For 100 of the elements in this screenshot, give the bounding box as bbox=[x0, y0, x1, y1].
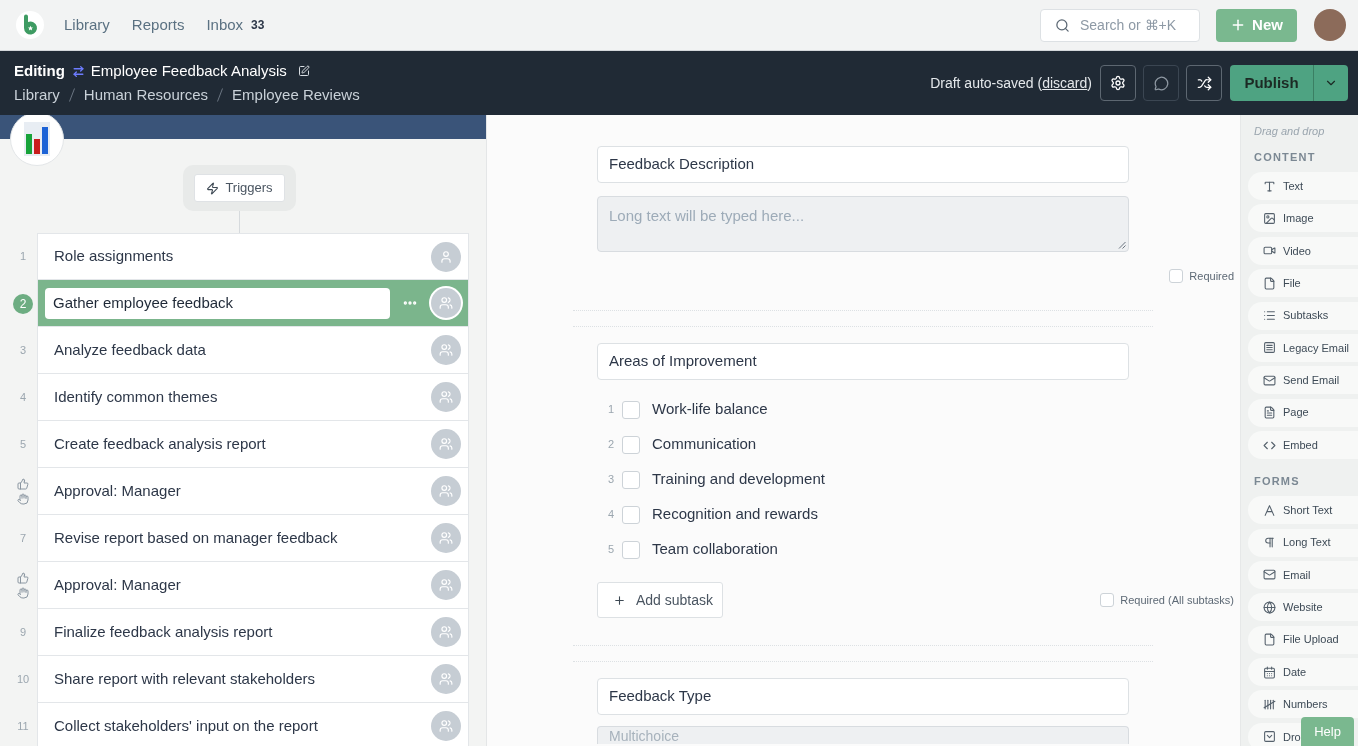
edit-icon[interactable] bbox=[297, 65, 310, 77]
task-row[interactable]: Gather employee feedback bbox=[37, 280, 469, 327]
document-icon bbox=[1263, 406, 1276, 420]
group-avatar-icon[interactable] bbox=[431, 523, 461, 553]
group-avatar-icon[interactable] bbox=[431, 476, 461, 506]
task-row[interactable]: Revise report based on manager feedback bbox=[37, 515, 469, 562]
palette-item[interactable]: Email bbox=[1248, 560, 1358, 589]
breadcrumb-link[interactable]: Employee Reviews bbox=[232, 83, 360, 107]
logo-icon[interactable] bbox=[16, 11, 44, 39]
widget-title-field[interactable]: Areas of Improvement bbox=[597, 343, 1129, 380]
palette-item[interactable]: Text bbox=[1248, 172, 1358, 200]
comments-button[interactable] bbox=[1143, 65, 1179, 101]
shuffle-icon bbox=[1196, 75, 1212, 91]
hand-icon bbox=[17, 493, 29, 505]
palette-item[interactable]: Dro bbox=[1248, 722, 1301, 746]
group-avatar-icon[interactable] bbox=[431, 429, 461, 459]
step-number: 5 bbox=[19, 437, 27, 453]
shuffle-button[interactable] bbox=[1186, 65, 1222, 101]
palette-item[interactable]: Long Text bbox=[1248, 528, 1358, 557]
slash-separator-icon bbox=[68, 88, 75, 102]
type-icon bbox=[1263, 179, 1276, 193]
search-icon bbox=[1055, 17, 1070, 33]
step-number: 4 bbox=[19, 390, 27, 406]
group-avatar-icon[interactable] bbox=[431, 570, 461, 600]
image-icon bbox=[1263, 211, 1276, 225]
plus-icon bbox=[613, 593, 626, 607]
group-avatar-icon[interactable] bbox=[431, 617, 461, 647]
subtask-number: 5 bbox=[607, 542, 615, 558]
palette-item[interactable]: Numbers bbox=[1248, 690, 1358, 719]
user-avatar[interactable] bbox=[1314, 9, 1346, 41]
step-number: 11 bbox=[17, 719, 29, 735]
palette-item[interactable]: Send Email bbox=[1248, 366, 1358, 395]
thumbs-up-icon bbox=[17, 572, 29, 584]
step-number-badge: 2 bbox=[13, 293, 33, 314]
group-avatar-icon[interactable] bbox=[431, 711, 461, 741]
envelope-icon bbox=[1263, 568, 1276, 582]
workflow-title: Employee Feedback Analysis bbox=[90, 60, 287, 81]
subtask-number: 3 bbox=[607, 472, 615, 488]
widget-title-field[interactable]: Feedback Description bbox=[597, 146, 1129, 183]
calendar-icon bbox=[1263, 665, 1276, 679]
palette-item[interactable]: Video bbox=[1248, 236, 1358, 265]
tally-icon bbox=[1263, 697, 1276, 711]
publish-options-button[interactable] bbox=[1313, 65, 1348, 101]
task-row[interactable]: Collect stakeholders' input on the report bbox=[37, 703, 469, 746]
arrows-icon bbox=[71, 64, 85, 78]
palette-item[interactable]: Date bbox=[1248, 658, 1358, 687]
file-icon bbox=[1263, 276, 1276, 290]
nav-link[interactable]: Library bbox=[64, 13, 110, 37]
widget-title-field[interactable]: Feedback Type bbox=[597, 678, 1129, 715]
required-label: Required bbox=[1189, 268, 1234, 284]
task-row[interactable]: Approval: Manager bbox=[37, 562, 469, 609]
subtask-label: Work-life balance bbox=[652, 399, 768, 420]
palette-item[interactable]: Embed bbox=[1248, 431, 1358, 460]
subtask-checkbox[interactable] bbox=[622, 540, 640, 559]
palette-item[interactable]: File bbox=[1248, 269, 1358, 298]
step-number: 3 bbox=[19, 343, 27, 359]
subtask-number: 1 bbox=[607, 402, 615, 418]
palette-item[interactable]: File Upload bbox=[1248, 625, 1358, 654]
nav-link[interactable]: Reports bbox=[131, 13, 185, 37]
task-row[interactable]: Share report with relevant stakeholders bbox=[37, 656, 469, 703]
required-checkbox[interactable] bbox=[1100, 593, 1115, 607]
subtask-checkbox[interactable] bbox=[622, 505, 640, 524]
task-row[interactable]: Role assignments bbox=[37, 233, 469, 280]
mode-label: Editing bbox=[14, 60, 65, 81]
palette-item[interactable]: Legacy Email bbox=[1248, 333, 1358, 362]
group-avatar-icon[interactable] bbox=[431, 335, 461, 365]
task-row[interactable]: Approval: Manager bbox=[37, 468, 469, 515]
triggers-button[interactable]: Triggers bbox=[194, 174, 285, 202]
resize-handle-icon[interactable] bbox=[1118, 241, 1126, 249]
globe-icon bbox=[1263, 600, 1276, 614]
required-label: Required (All subtasks) bbox=[1120, 592, 1234, 608]
group-avatar-icon[interactable] bbox=[431, 382, 461, 412]
palette-item[interactable]: Subtasks bbox=[1248, 301, 1358, 330]
inbox-count: 33 bbox=[251, 17, 265, 34]
breadcrumb-link[interactable]: Library bbox=[14, 83, 60, 107]
palette-item[interactable]: Website bbox=[1248, 593, 1358, 622]
subtask-checkbox[interactable] bbox=[622, 470, 640, 489]
settings-button[interactable] bbox=[1100, 65, 1136, 101]
step-number: 7 bbox=[19, 531, 27, 547]
breadcrumb-link[interactable]: Human Resources bbox=[83, 83, 209, 107]
subtask-label: Recognition and rewards bbox=[652, 504, 818, 525]
palette-item[interactable]: Short Text bbox=[1248, 496, 1358, 525]
task-title-field[interactable]: Gather employee feedback bbox=[45, 287, 390, 319]
section-heading: CONTENT bbox=[1254, 150, 1317, 164]
group-avatar-icon[interactable] bbox=[431, 664, 461, 694]
subtask-checkbox[interactable] bbox=[622, 400, 640, 419]
task-row[interactable]: Analyze feedback data bbox=[37, 327, 469, 374]
publish-button[interactable]: Publish bbox=[1230, 65, 1313, 101]
nav-link[interactable]: Inbox bbox=[206, 13, 244, 37]
subtask-checkbox[interactable] bbox=[622, 435, 640, 454]
user-avatar-icon[interactable] bbox=[431, 241, 461, 272]
task-row[interactable]: Identify common themes bbox=[37, 374, 469, 421]
task-row[interactable]: Finalize feedback analysis report bbox=[37, 609, 469, 656]
required-checkbox[interactable] bbox=[1169, 269, 1184, 283]
palette-item[interactable]: Page bbox=[1248, 398, 1358, 427]
add-subtask-button[interactable]: Add subtask bbox=[597, 582, 723, 618]
task-row[interactable]: Create feedback analysis report bbox=[37, 421, 469, 468]
palette-item[interactable]: Image bbox=[1248, 204, 1358, 233]
group-avatar-icon[interactable] bbox=[431, 288, 461, 318]
step-number: 10 bbox=[16, 672, 30, 688]
